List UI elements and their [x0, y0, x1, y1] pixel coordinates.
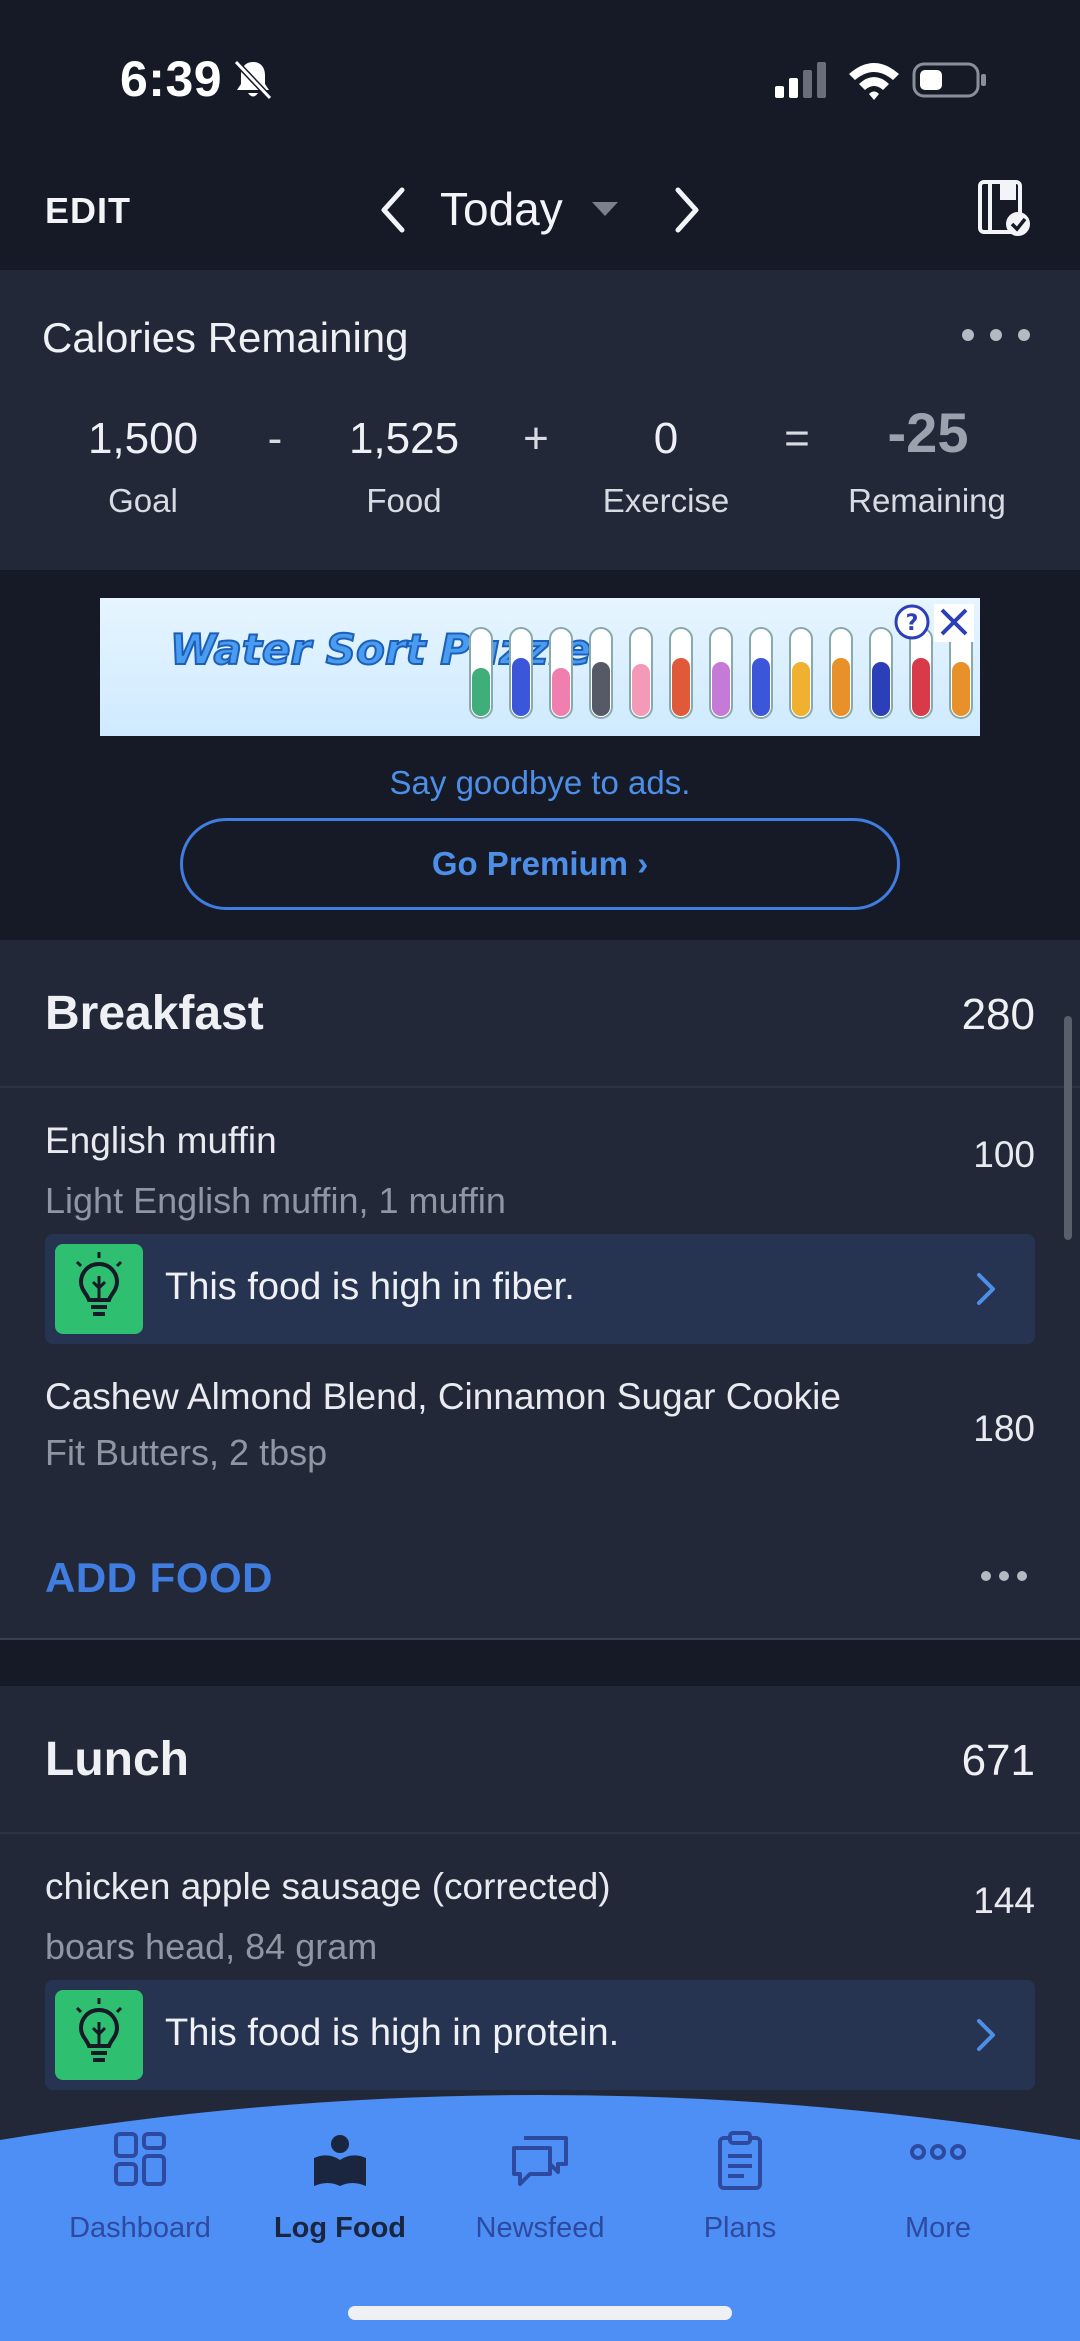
go-premium-button[interactable]: Go Premium › — [180, 818, 900, 910]
chevron-right-icon — [977, 1273, 995, 1305]
tab-dashboard[interactable]: Dashboard — [40, 2130, 240, 2245]
tab-label: Log Food — [273, 2212, 407, 2244]
tip-text: This food is high in protein. — [165, 2012, 620, 2054]
food-item-detail[interactable]: Fit Butters, 2 tbsp — [45, 1432, 327, 1474]
plus-operator: + — [523, 414, 549, 463]
edit-button[interactable]: EDIT — [45, 190, 131, 232]
food-item-name[interactable]: Cashew Almond Blend, Cinnamon Sugar Cook… — [45, 1376, 841, 1418]
exercise-value: 0 — [653, 414, 679, 463]
goal-value: 1,500 — [87, 414, 199, 463]
remaining-value: -25 — [887, 401, 969, 464]
scroll-indicator[interactable] — [1064, 1016, 1072, 1240]
food-item-name[interactable]: English muffin — [45, 1120, 277, 1162]
remove-ads-text[interactable]: Say goodbye to ads. — [0, 764, 1080, 802]
silent-bell-icon — [233, 59, 273, 101]
tab-log-food[interactable]: Log Food — [240, 2130, 440, 2245]
more-dots-icon — [910, 2144, 966, 2160]
tab-label: Plans — [703, 2212, 777, 2244]
tab-label: Newsfeed — [475, 2212, 605, 2244]
goal-label: Goal — [108, 482, 178, 519]
battery-icon — [912, 62, 986, 98]
wifi-icon — [849, 63, 899, 100]
ad-close-icon — [934, 604, 974, 642]
minus-operator: - — [267, 414, 283, 463]
ad-info-icon: ? — [894, 604, 930, 640]
previous-day-chevron-icon[interactable] — [378, 186, 408, 234]
tab-plans[interactable]: Plans — [640, 2130, 840, 2245]
log-food-book-icon — [314, 2135, 366, 2186]
tab-more[interactable]: More — [838, 2130, 1038, 2245]
svg-text:?: ? — [906, 611, 919, 636]
plans-clipboard-icon — [718, 2131, 762, 2190]
dashboard-grid-icon — [114, 2132, 166, 2186]
food-item-calories[interactable]: 180 — [973, 1408, 1035, 1450]
food-item-calories[interactable]: 100 — [973, 1134, 1035, 1176]
next-day-chevron-icon[interactable] — [672, 186, 702, 234]
tip-text: This food is high in fiber. — [165, 1266, 575, 1308]
calories-remaining-title: Calories Remaining — [42, 314, 409, 361]
equals-operator: = — [784, 414, 810, 463]
meal-more-options-icon[interactable] — [980, 1568, 1028, 1584]
food-item-calories[interactable]: 144 — [973, 1880, 1035, 1922]
food-label: Food — [366, 482, 442, 519]
home-indicator — [348, 2306, 732, 2320]
exercise-label: Exercise — [602, 482, 730, 519]
tab-label: More — [904, 2212, 972, 2244]
fiber-tip-row[interactable]: This food is high in fiber. — [45, 1234, 1035, 1344]
divider — [0, 1638, 1080, 1640]
lunch-title: Lunch — [45, 1733, 189, 1786]
lunch-total: 671 — [961, 1736, 1035, 1785]
food-item-detail[interactable]: boars head, 84 gram — [45, 1926, 377, 1968]
ad-banner[interactable]: Water Sort Puzzle ? — [100, 598, 980, 736]
lightbulb-tip-icon — [55, 1244, 143, 1334]
breakfast-total: 280 — [961, 990, 1035, 1039]
date-selector[interactable]: Today — [440, 182, 563, 236]
water-sort-ad-image: Water Sort Puzzle ? — [169, 604, 974, 719]
food-item-name[interactable]: chicken apple sausage (corrected) — [45, 1866, 611, 1908]
chevron-right-icon — [977, 2019, 995, 2051]
date-dropdown-caret-icon[interactable] — [590, 200, 620, 218]
diary-complete-icon[interactable] — [976, 178, 1032, 238]
food-value: 1,525 — [348, 414, 460, 463]
status-time: 6:39 — [120, 51, 223, 107]
calories-more-options-icon[interactable] — [960, 320, 1032, 350]
add-food-button[interactable]: ADD FOOD — [45, 1554, 273, 1602]
remaining-label: Remaining — [848, 482, 1006, 519]
divider — [0, 1832, 1080, 1834]
tab-label: Dashboard — [69, 2212, 211, 2244]
lightbulb-tip-icon — [55, 1990, 143, 2080]
cellular-signal-icon — [775, 62, 826, 98]
breakfast-title: Breakfast — [45, 987, 264, 1040]
tab-newsfeed[interactable]: Newsfeed — [440, 2130, 640, 2245]
newsfeed-chat-icon — [512, 2136, 568, 2186]
food-item-detail[interactable]: Light English muffin, 1 muffin — [45, 1180, 506, 1222]
divider — [0, 1086, 1080, 1088]
